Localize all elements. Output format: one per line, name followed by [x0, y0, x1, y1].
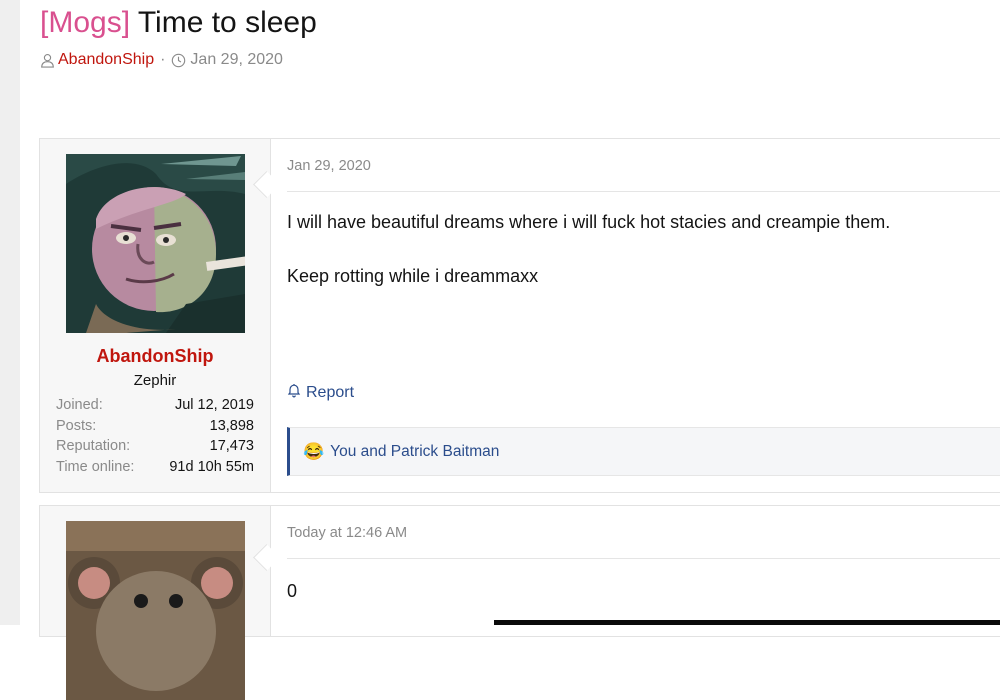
thread-date-link[interactable]: Jan 29, 2020: [190, 50, 283, 70]
post-date-link[interactable]: Jan 29, 2020: [287, 158, 371, 174]
stat-value: 17,473: [209, 438, 254, 454]
embedded-media[interactable]: [494, 620, 1000, 625]
user-icon: [40, 53, 55, 68]
thread-meta: AbandonShip · Jan 29, 2020: [40, 50, 283, 70]
post-paragraph: I will have beautiful dreams where i wil…: [287, 212, 891, 232]
stat-label: Time online:: [56, 458, 135, 475]
stat-time-online: Time online: 91d 10h 55m: [56, 457, 254, 478]
thread-title-text: Time to sleep: [137, 6, 317, 39]
stat-posts: Posts: 13,898: [56, 416, 254, 437]
divider: [287, 558, 1000, 559]
stat-label: Reputation:: [56, 438, 131, 454]
post-body: 0: [287, 578, 297, 632]
stat-value: Jul 12, 2019: [174, 397, 254, 413]
post-content: Today at 12:46 AM 0: [287, 506, 1000, 636]
report-label: Report: [306, 384, 355, 401]
crying-laughing-emoji-icon: 😂: [303, 442, 325, 461]
user-title: Zephir: [133, 372, 177, 389]
post-paragraph: Keep rotting while i dreammaxx: [287, 266, 539, 286]
report-button[interactable]: Report: [287, 383, 354, 403]
avatar[interactable]: [66, 521, 245, 700]
post-paragraph: 0: [287, 581, 298, 601]
reactions-text[interactable]: You and Patrick Baitman: [330, 443, 499, 461]
clock-icon: [171, 53, 186, 68]
post-user-cell: [40, 506, 271, 700]
thread-prefix[interactable]: [Mogs]: [40, 6, 130, 39]
bell-icon: [287, 383, 306, 403]
stat-joined: Joined: Jul 12, 2019: [56, 395, 254, 416]
user-stats: Joined: Jul 12, 2019 Posts: 13,898 Reput…: [56, 395, 254, 477]
meta-separator: ·: [160, 51, 166, 68]
stat-value: 13,898: [209, 417, 254, 434]
stat-reputation: Reputation: 17,473: [56, 436, 254, 457]
avatar[interactable]: [66, 154, 245, 333]
stat-label: Posts:: [56, 417, 97, 434]
post: Today at 12:46 AM 0: [39, 505, 1000, 700]
post: AbandonShip Zephir Joined: Jul 12, 2019 …: [39, 138, 1000, 493]
divider: [287, 191, 1000, 192]
post-user-cell: AbandonShip Zephir Joined: Jul 12, 2019 …: [40, 139, 271, 492]
stat-label: Joined:: [56, 397, 103, 413]
reactions-bar[interactable]: 😂 You and Patrick Baitman: [287, 427, 1000, 476]
thread-author-link[interactable]: AbandonShip: [58, 50, 154, 70]
thread-title: [Mogs] Time to sleep: [40, 4, 317, 42]
left-gutter: [0, 0, 20, 625]
post-content: Jan 29, 2020 I will have beautiful dream…: [287, 139, 1000, 492]
post-date-link[interactable]: Today at 12:46 AM: [287, 525, 407, 541]
username[interactable]: AbandonShip: [40, 346, 270, 367]
stat-value: 91d 10h 55m: [169, 458, 254, 475]
post-body: I will have beautiful dreams where i wil…: [287, 209, 890, 317]
